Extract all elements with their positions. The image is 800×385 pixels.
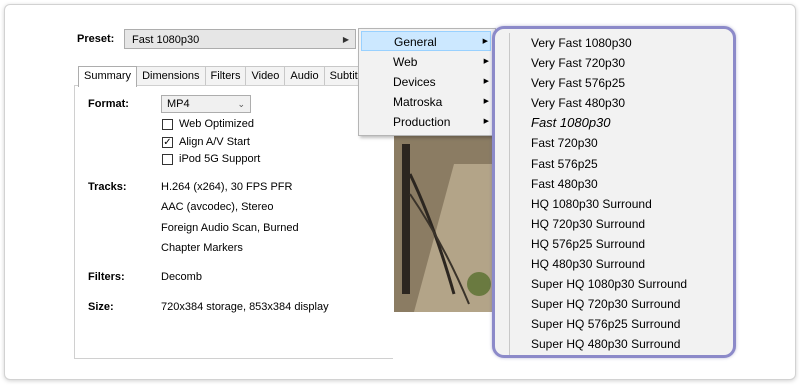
menu-item-label: Matroska xyxy=(393,95,443,109)
preset-item[interactable]: Very Fast 480p30 xyxy=(510,93,720,113)
chevron-right-icon: ▶ xyxy=(483,118,489,125)
preset-category-menu: General ▶ Web ▶ Devices ▶ Matroska ▶ Pro… xyxy=(358,28,496,136)
menu-item-devices[interactable]: Devices ▶ xyxy=(361,72,491,92)
preset-item[interactable]: HQ 1080p30 Surround xyxy=(510,194,720,214)
video-preview-image xyxy=(394,134,494,312)
track-line: H.264 (x264), 30 FPS PFR xyxy=(161,181,293,193)
preset-value: Fast 1080p30 xyxy=(132,34,200,46)
tracks-label: Tracks: xyxy=(88,181,127,193)
menu-item-web[interactable]: Web ▶ xyxy=(361,52,491,72)
preset-item-default[interactable]: Fast 1080p30 xyxy=(510,113,720,133)
preset-item[interactable]: Super HQ 480p30 Surround xyxy=(510,334,720,354)
menu-item-label: General xyxy=(394,35,437,49)
ipod-support-label: iPod 5G Support xyxy=(179,153,261,165)
checkmark-icon: ✓ xyxy=(163,137,172,148)
chevron-right-icon: ▶ xyxy=(483,78,489,85)
tab-bar: Summary Dimensions Filters Video Audio S… xyxy=(78,66,373,87)
general-presets-submenu: Very Fast 1080p30 Very Fast 720p30 Very … xyxy=(492,26,736,358)
format-value: MP4 xyxy=(167,98,190,110)
track-line: Foreign Audio Scan, Burned xyxy=(161,222,299,234)
filters-label: Filters: xyxy=(88,271,125,283)
tab-dimensions[interactable]: Dimensions xyxy=(136,66,206,85)
preset-item[interactable]: HQ 720p30 Surround xyxy=(510,214,720,234)
align-av-start-checkbox[interactable]: ✓ xyxy=(162,137,173,148)
chevron-right-icon: ▶ xyxy=(482,38,488,45)
filters-value: Decomb xyxy=(161,271,202,283)
preset-item[interactable]: Very Fast 576p25 xyxy=(510,73,720,93)
preview-scene xyxy=(394,134,494,312)
format-select[interactable]: MP4 ⌄ xyxy=(161,95,251,113)
menu-item-production[interactable]: Production ▶ xyxy=(361,112,491,132)
format-label: Format: xyxy=(88,98,129,110)
preset-item[interactable]: Fast 480p30 xyxy=(510,174,720,194)
menu-item-general[interactable]: General ▶ xyxy=(361,31,491,51)
preset-dropdown[interactable]: Fast 1080p30 ▶ xyxy=(124,29,356,49)
tab-summary[interactable]: Summary xyxy=(78,66,138,87)
chevron-right-icon: ▶ xyxy=(483,58,489,65)
menu-item-label: Web xyxy=(393,55,418,69)
align-av-start-label: Align A/V Start xyxy=(179,136,250,148)
preset-item[interactable]: Very Fast 720p30 xyxy=(510,53,720,73)
preset-item[interactable]: HQ 480p30 Surround xyxy=(510,254,720,274)
track-line: AAC (avcodec), Stereo xyxy=(161,201,274,213)
web-optimized-checkbox[interactable] xyxy=(162,119,173,130)
preset-item[interactable]: HQ 576p25 Surround xyxy=(510,234,720,254)
tab-filters[interactable]: Filters xyxy=(204,66,247,85)
menu-item-label: Production xyxy=(393,115,451,129)
menu-item-matroska[interactable]: Matroska ▶ xyxy=(361,92,491,112)
preset-item[interactable]: Very Fast 1080p30 xyxy=(510,33,720,53)
ipod-support-checkbox[interactable] xyxy=(162,154,173,165)
size-value: 720x384 storage, 853x384 display xyxy=(161,301,329,313)
track-line: Chapter Markers xyxy=(161,242,243,254)
preset-label: Preset: xyxy=(77,33,115,45)
preset-item[interactable]: Fast 576p25 xyxy=(510,154,720,174)
chevron-right-icon: ▶ xyxy=(483,98,489,105)
tab-video[interactable]: Video xyxy=(245,66,286,85)
chevron-right-icon: ▶ xyxy=(342,35,349,44)
preset-item[interactable]: Super HQ 576p25 Surround xyxy=(510,314,720,334)
general-presets-list: Very Fast 1080p30 Very Fast 720p30 Very … xyxy=(509,33,720,355)
preset-item[interactable]: Super HQ 720p30 Surround xyxy=(510,294,720,314)
preset-item[interactable]: Fast 720p30 xyxy=(510,133,720,153)
chevron-down-icon: ⌄ xyxy=(237,99,245,109)
size-label: Size: xyxy=(88,301,114,313)
menu-item-label: Devices xyxy=(393,75,436,89)
web-optimized-label: Web Optimized xyxy=(179,118,254,130)
tab-audio[interactable]: Audio xyxy=(284,66,325,85)
preset-item[interactable]: Super HQ 1080p30 Surround xyxy=(510,274,720,294)
